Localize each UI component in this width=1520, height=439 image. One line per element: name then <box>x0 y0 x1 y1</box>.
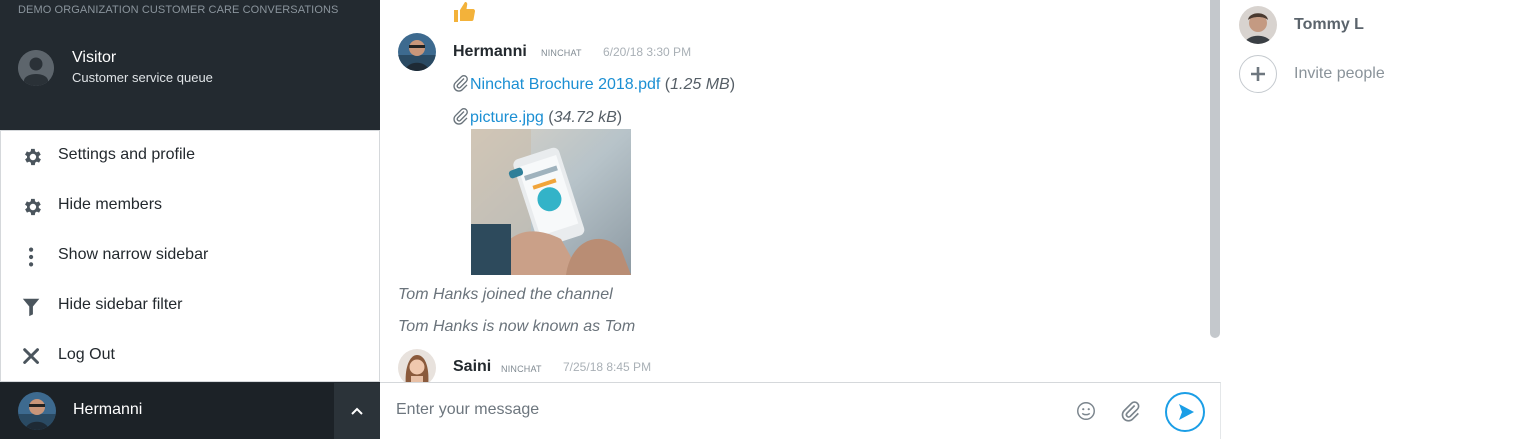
user-placeholder-icon <box>18 50 54 86</box>
menu-toggle-button[interactable] <box>334 383 380 439</box>
emoji-icon[interactable] <box>1075 400 1097 422</box>
system-message: Tom Hanks is now known as Tom <box>398 318 636 335</box>
app-window: DEMO ORGANIZATION CUSTOMER CARE CONVERSA… <box>0 0 1520 439</box>
visitor-queue-item[interactable]: Visitor Customer service queue <box>18 48 358 92</box>
message-author[interactable]: Saini <box>453 358 491 376</box>
invite-people-label: Invite people <box>1294 65 1385 82</box>
system-message: Tom Hanks joined the channel <box>398 286 613 303</box>
message-timestamp: 6/20/18 3:30 PM <box>603 45 692 59</box>
send-button[interactable] <box>1165 392 1205 432</box>
invite-people-button[interactable]: Invite people <box>1239 55 1509 95</box>
message-composer <box>380 382 1221 439</box>
plus-icon <box>1239 55 1277 93</box>
paperclip-icon <box>452 74 470 92</box>
author-badge: NINCHAT <box>541 48 582 58</box>
menu-item-settings[interactable]: Settings and profile <box>1 131 379 181</box>
menu-item-label: Hide sidebar filter <box>58 296 183 313</box>
attachment-size: (34.72 kB) <box>543 109 623 126</box>
paperclip-icon[interactable] <box>1120 400 1142 422</box>
current-user-bar[interactable]: Hermanni <box>0 383 380 439</box>
attachment-size: (1.25 MB) <box>660 76 736 93</box>
avatar <box>1239 6 1277 44</box>
paperclip-icon <box>452 107 470 125</box>
menu-item-hide-filter[interactable]: Hide sidebar filter <box>1 281 379 331</box>
visitor-queue-label: Customer service queue <box>72 70 213 85</box>
author-badge: NINCHAT <box>501 364 542 374</box>
member-name: Tommy L <box>1294 16 1364 33</box>
message-author[interactable]: Hermanni <box>453 43 527 61</box>
member-item[interactable]: Tommy L <box>1239 6 1509 46</box>
current-user-name: Hermanni <box>73 401 143 418</box>
attachment-link[interactable]: Ninchat Brochure 2018.pdf <box>470 76 660 93</box>
avatar <box>18 392 56 430</box>
image-thumbnail[interactable] <box>471 129 631 275</box>
close-icon <box>21 346 43 368</box>
thumbs-up-icon <box>452 0 476 30</box>
message-timestamp: 7/25/18 8:45 PM <box>563 360 652 374</box>
attachment-size-value: 34.72 kB <box>553 109 617 126</box>
menu-item-label: Show narrow sidebar <box>58 246 209 263</box>
user-menu: Settings and profile Hide members Show n… <box>0 130 380 382</box>
attachment-row: picture.jpg (34.72 kB) <box>452 107 622 127</box>
avatar[interactable] <box>398 349 436 382</box>
menu-item-label: Log Out <box>58 346 115 363</box>
organization-title: DEMO ORGANIZATION CUSTOMER CARE CONVERSA… <box>18 4 339 16</box>
attachment-link[interactable]: picture.jpg <box>470 109 544 126</box>
avatar[interactable] <box>398 33 436 71</box>
menu-item-label: Hide members <box>58 196 163 213</box>
filter-icon <box>21 296 43 318</box>
menu-item-logout[interactable]: Log Out <box>1 331 379 381</box>
vertical-dots-icon <box>21 246 43 268</box>
menu-item-narrow-sidebar[interactable]: Show narrow sidebar <box>1 231 379 281</box>
send-icon <box>1179 404 1194 420</box>
menu-item-label: Settings and profile <box>58 146 195 163</box>
attachment-size-value: 1.25 MB <box>670 76 730 93</box>
attachment-row: Ninchat Brochure 2018.pdf (1.25 MB) <box>452 74 735 94</box>
gear-icon <box>21 196 43 218</box>
chevron-up-icon <box>351 407 363 415</box>
menu-item-hide-members[interactable]: Hide members <box>1 181 379 231</box>
message-input[interactable] <box>396 391 1036 429</box>
gear-icon <box>21 146 43 168</box>
scrollbar[interactable] <box>1210 0 1220 338</box>
members-panel: Tommy L Invite people <box>1221 0 1520 439</box>
visitor-name: Visitor <box>72 49 117 66</box>
chat-message-list[interactable]: Hermanni NINCHAT 6/20/18 3:30 PM Ninchat… <box>380 0 1220 382</box>
